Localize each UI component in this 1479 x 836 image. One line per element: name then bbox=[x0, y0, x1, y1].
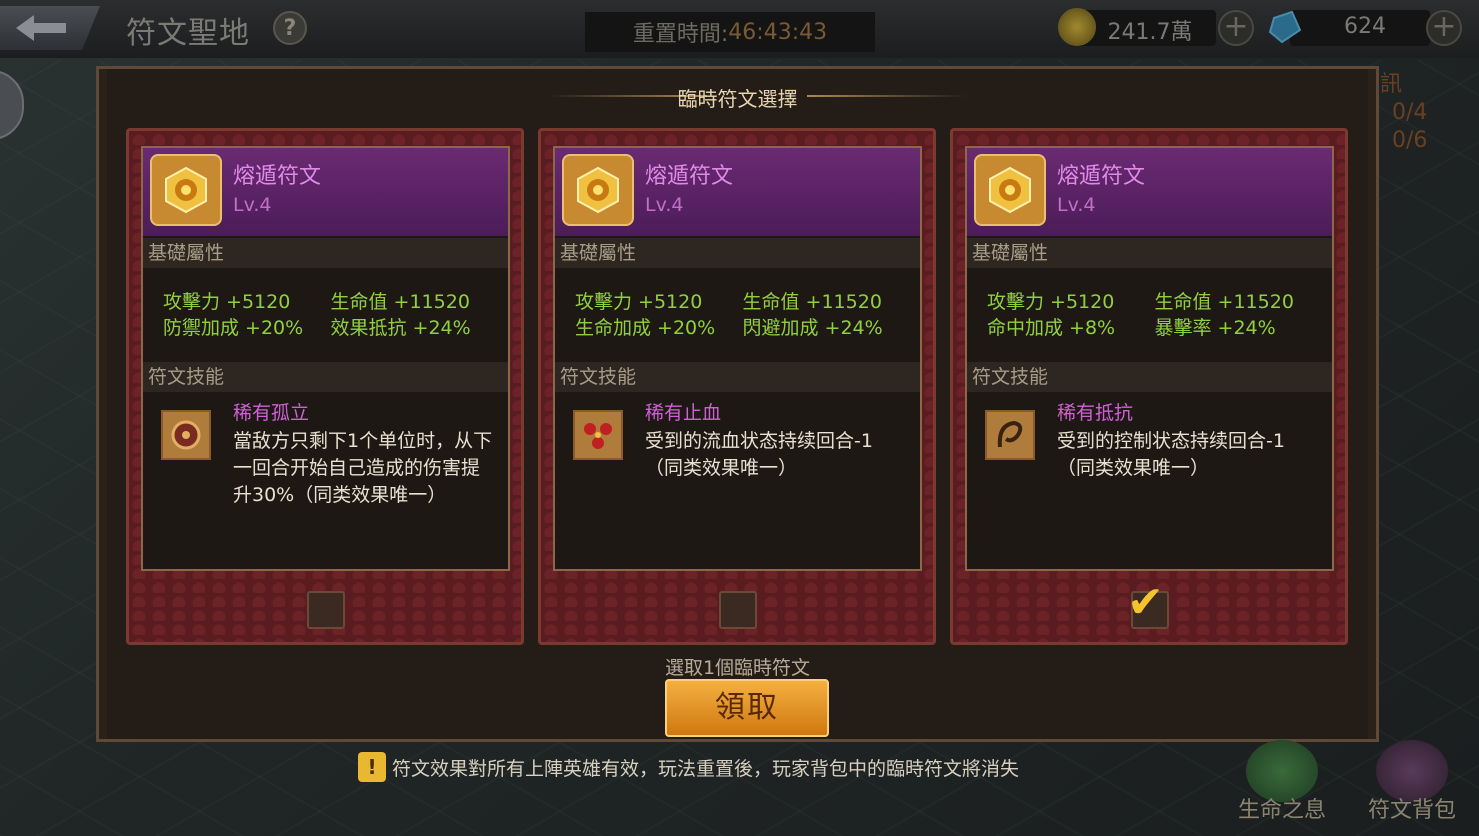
rune-name: 熔遁符文 bbox=[233, 164, 322, 189]
rune-select-modal: 臨時符文選擇 熔遁符文 Lv.4 基礎屬性 攻擊力 +5120 生命值 +1152… bbox=[96, 66, 1379, 742]
rune-card-body: 熔遁符文 Lv.4 基礎屬性 攻擊力 +5120 生命值 +11520 防禦加成 … bbox=[141, 146, 510, 571]
stat-value: 生命值 +11520 bbox=[1154, 291, 1294, 313]
skill-description: 受到的控制状态持续回合-1（同类效果唯一） bbox=[1057, 430, 1285, 479]
rune-skill-heading: 符文技能 bbox=[143, 362, 508, 392]
select-checkbox-checked[interactable]: ✔ bbox=[1127, 581, 1169, 629]
add-gem-button[interactable]: + bbox=[1426, 10, 1462, 46]
reset-value: 46:43:43 bbox=[728, 19, 828, 45]
rune-icon bbox=[150, 154, 222, 226]
skill-name: 稀有孤立 bbox=[233, 402, 310, 424]
skill-description: 受到的流血状态持续回合-1（同类效果唯一） bbox=[645, 430, 873, 479]
modal-title: 臨時符文選擇 bbox=[677, 87, 798, 111]
blood-skill-icon bbox=[573, 410, 623, 460]
stat-value: 暴擊率 +24% bbox=[1154, 317, 1276, 339]
rune-name: 熔遁符文 bbox=[645, 164, 734, 189]
rune-stats: 攻擊力 +5120 生命值 +11520 生命加成 +20% 閃避加成 +24% bbox=[575, 289, 910, 341]
rune-level: Lv.4 bbox=[1057, 194, 1096, 216]
help-button[interactable]: ? bbox=[273, 11, 307, 45]
gold-coin-icon bbox=[1058, 8, 1096, 46]
rune-skill-heading: 符文技能 bbox=[555, 362, 920, 392]
rune-card-3[interactable]: 熔遁符文 Lv.4 基礎屬性 攻擊力 +5120 生命值 +11520 命中加成 … bbox=[950, 128, 1348, 645]
checkmark-icon: ✔ bbox=[1127, 577, 1164, 628]
rune-card-body: 熔遁符文 Lv.4 基礎屬性 攻擊力 +5120 生命值 +11520 命中加成 … bbox=[965, 146, 1334, 571]
reset-timer: 重置時間: 46:43:43 bbox=[585, 12, 875, 52]
rune-skill-heading: 符文技能 bbox=[967, 362, 1332, 392]
notice-bar: ! 符文效果對所有上陣英雄有效，玩法重置後，玩家背包中的臨時符文將消失 bbox=[358, 752, 1019, 782]
side-panel-tab: 訊 bbox=[1380, 72, 1403, 97]
rune-icon bbox=[974, 154, 1046, 226]
stat-value: 生命值 +11520 bbox=[742, 291, 882, 313]
select-checkbox[interactable] bbox=[307, 591, 345, 629]
select-checkbox[interactable] bbox=[719, 591, 757, 629]
page-title: 符文聖地 bbox=[126, 16, 250, 51]
rune-header: 熔遁符文 Lv.4 bbox=[143, 148, 508, 236]
skill-name: 稀有抵抗 bbox=[1057, 402, 1134, 424]
rune-bag-label: 符文背包 bbox=[1367, 798, 1456, 823]
notice-text: 符文效果對所有上陣英雄有效，玩法重置後，玩家背包中的臨時符文將消失 bbox=[392, 757, 1020, 780]
rune-stats: 攻擊力 +5120 生命值 +11520 命中加成 +8% 暴擊率 +24% bbox=[987, 289, 1322, 341]
rune-stats: 攻擊力 +5120 生命值 +11520 防禦加成 +20% 效果抵抗 +24% bbox=[163, 289, 498, 341]
rune-level: Lv.4 bbox=[645, 194, 684, 216]
gem-value: 624 bbox=[1344, 14, 1386, 39]
stat-value: 生命值 +11520 bbox=[330, 291, 470, 313]
modal-body: 臨時符文選擇 熔遁符文 Lv.4 基礎屬性 攻擊力 +5120 生命值 +1152… bbox=[107, 69, 1368, 739]
stat-value: 攻擊力 +5120 bbox=[575, 291, 703, 313]
selection-hint: 選取1個臨時符文 bbox=[664, 657, 811, 679]
stat-value: 閃避加成 +24% bbox=[742, 317, 883, 339]
stat-value: 效果抵抗 +24% bbox=[330, 317, 471, 339]
back-arrow-icon bbox=[16, 15, 66, 41]
top-bar: 符文聖地 ? 重置時間: 46:43:43 241.7萬 + 624 + bbox=[0, 0, 1479, 58]
stat-value: 攻擊力 +5120 bbox=[163, 291, 291, 313]
rune-header: 熔遁符文 Lv.4 bbox=[967, 148, 1332, 236]
side-panel-count1: 0/4 bbox=[1392, 100, 1428, 125]
rune-card-body: 熔遁符文 Lv.4 基礎屬性 攻擊力 +5120 生命值 +11520 生命加成 … bbox=[553, 146, 922, 571]
rune-icon bbox=[562, 154, 634, 226]
shield-skill-icon bbox=[161, 410, 211, 460]
whip-skill-icon bbox=[985, 410, 1035, 460]
rune-bag-button[interactable]: 符文背包 bbox=[1362, 740, 1462, 830]
stat-value: 防禦加成 +20% bbox=[163, 317, 304, 339]
life-breath-button[interactable]: 生命之息 bbox=[1232, 740, 1332, 830]
rune-card-2[interactable]: 熔遁符文 Lv.4 基礎屬性 攻擊力 +5120 生命值 +11520 生命加成 … bbox=[538, 128, 936, 645]
gem-icon bbox=[1268, 10, 1302, 44]
life-breath-label: 生命之息 bbox=[1237, 798, 1326, 823]
stat-value: 攻擊力 +5120 bbox=[987, 291, 1115, 313]
side-panel-peek: 訊 0/4 0/6 bbox=[1372, 66, 1452, 166]
rune-name: 熔遁符文 bbox=[1057, 164, 1146, 189]
add-gold-button[interactable]: + bbox=[1218, 10, 1254, 46]
reset-label: 重置時間: bbox=[632, 22, 729, 47]
side-panel-count2: 0/6 bbox=[1392, 128, 1428, 153]
stat-value: 生命加成 +20% bbox=[575, 317, 716, 339]
rune-level: Lv.4 bbox=[233, 194, 272, 216]
skill-name: 稀有止血 bbox=[645, 402, 722, 424]
rune-header: 熔遁符文 Lv.4 bbox=[555, 148, 920, 236]
gold-value: 241.7萬 bbox=[1107, 20, 1193, 45]
stat-value: 命中加成 +8% bbox=[987, 317, 1116, 339]
skill-description: 當敌方只剩下1个单位时，从下一回合开始自己造成的伤害提升30%（同类效果唯一） bbox=[233, 430, 493, 506]
back-button[interactable] bbox=[0, 6, 100, 50]
basic-attributes-heading: 基礎屬性 bbox=[143, 238, 508, 268]
rune-card-1[interactable]: 熔遁符文 Lv.4 基礎屬性 攻擊力 +5120 生命值 +11520 防禦加成 … bbox=[126, 128, 524, 645]
basic-attributes-heading: 基礎屬性 bbox=[967, 238, 1332, 268]
warning-icon: ! bbox=[358, 752, 386, 782]
claim-button[interactable]: 領取 bbox=[665, 679, 829, 737]
basic-attributes-heading: 基礎屬性 bbox=[555, 238, 920, 268]
